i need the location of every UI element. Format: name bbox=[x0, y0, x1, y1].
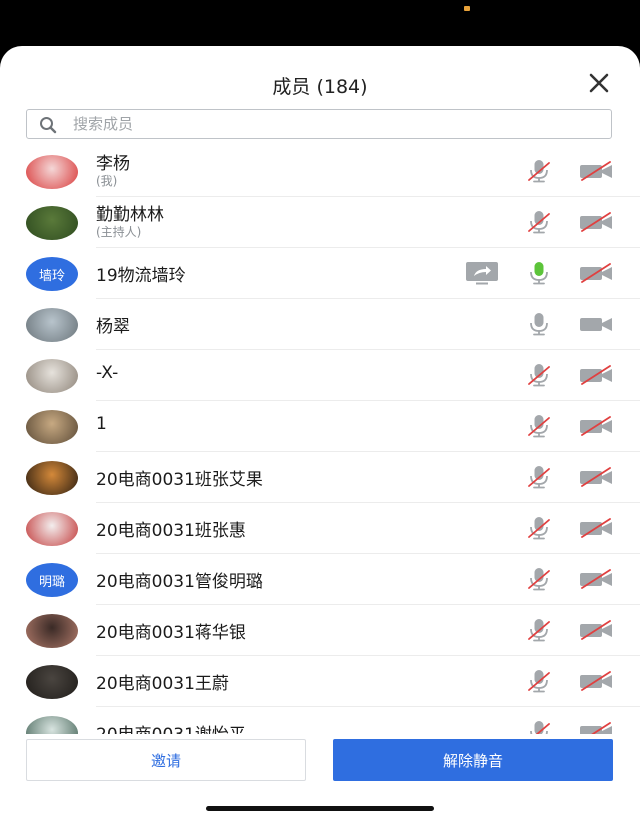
member-row[interactable]: -X- bbox=[0, 350, 640, 401]
mic-icon[interactable] bbox=[526, 260, 552, 290]
camera-off-icon[interactable] bbox=[578, 365, 614, 389]
camera-off-icon[interactable] bbox=[578, 722, 614, 734]
member-name: -X- bbox=[96, 363, 119, 383]
avatar bbox=[26, 359, 78, 393]
member-row[interactable]: 墙玲 19物流墙玲 bbox=[0, 248, 640, 299]
member-row[interactable]: 20电商0031班张惠 bbox=[0, 503, 640, 554]
camera-off-icon[interactable] bbox=[578, 212, 614, 236]
member-row[interactable]: 20电商0031谢怡平 bbox=[0, 707, 640, 734]
camera-icon[interactable] bbox=[578, 314, 614, 338]
member-row[interactable]: 20电商0031班张艾果 bbox=[0, 452, 640, 503]
avatar bbox=[26, 614, 78, 648]
camera-off-icon[interactable] bbox=[578, 620, 614, 644]
member-row[interactable]: 勤勤林林 (主持人) bbox=[0, 197, 640, 248]
status-bar-indicator bbox=[464, 6, 470, 11]
camera-off-icon[interactable] bbox=[578, 161, 614, 185]
avatar bbox=[26, 461, 78, 495]
avatar-initials: 墙玲 bbox=[26, 257, 78, 291]
mic-muted-icon[interactable] bbox=[526, 362, 552, 392]
screen-share-icon[interactable] bbox=[464, 261, 500, 289]
avatar bbox=[26, 716, 78, 734]
member-name: 李杨 bbox=[96, 154, 130, 174]
mic-muted-icon[interactable] bbox=[526, 209, 552, 239]
unmute-button[interactable]: 解除静音 bbox=[333, 739, 613, 781]
member-row[interactable]: 1 bbox=[0, 401, 640, 452]
sheet-header: 成员 (184) bbox=[0, 46, 640, 106]
member-name: 勤勤林林 bbox=[96, 205, 164, 225]
members-sheet: 成员 (184) 李杨(我)勤勤林林(主持人)墙玲19物流墙玲杨翠-X-120电… bbox=[0, 46, 640, 822]
camera-off-icon[interactable] bbox=[578, 416, 614, 440]
camera-off-icon[interactable] bbox=[578, 263, 614, 287]
camera-off-icon[interactable] bbox=[578, 671, 614, 695]
member-name: 20电商0031管俊明璐 bbox=[96, 572, 263, 592]
page-title: 成员 (184) bbox=[272, 76, 368, 98]
member-name: 19物流墙玲 bbox=[96, 266, 186, 286]
avatar bbox=[26, 410, 78, 444]
member-name: 20电商0031班张艾果 bbox=[96, 470, 263, 490]
search-bar[interactable] bbox=[26, 109, 612, 139]
member-row[interactable]: 20电商0031蒋华银 bbox=[0, 605, 640, 656]
mic-muted-icon[interactable] bbox=[526, 464, 552, 494]
footer-bar: 邀请 解除静音 bbox=[0, 734, 640, 822]
mic-muted-icon[interactable] bbox=[526, 566, 552, 596]
member-name: 1 bbox=[96, 414, 107, 434]
member-role: (我) bbox=[96, 174, 118, 188]
mic-muted-icon[interactable] bbox=[526, 413, 552, 443]
member-row[interactable]: 20电商0031王蔚 bbox=[0, 656, 640, 707]
member-row[interactable]: 杨翠 bbox=[0, 299, 640, 350]
member-role: (主持人) bbox=[96, 225, 142, 239]
mic-muted-icon[interactable] bbox=[526, 617, 552, 647]
avatar bbox=[26, 512, 78, 546]
member-row[interactable]: 明璐 20电商0031管俊明璐 bbox=[0, 554, 640, 605]
search-icon bbox=[40, 117, 57, 134]
camera-off-icon[interactable] bbox=[578, 467, 614, 491]
search-input[interactable] bbox=[73, 112, 593, 136]
invite-button[interactable]: 邀请 bbox=[26, 739, 306, 781]
member-name: 杨翠 bbox=[96, 317, 130, 337]
mic-icon[interactable] bbox=[526, 311, 552, 341]
avatar-initials: 明璐 bbox=[26, 563, 78, 597]
home-indicator[interactable] bbox=[206, 806, 434, 811]
camera-off-icon[interactable] bbox=[578, 518, 614, 542]
mic-muted-icon[interactable] bbox=[526, 668, 552, 698]
member-name: 20电商0031王蔚 bbox=[96, 674, 229, 694]
mic-muted-icon[interactable] bbox=[526, 158, 552, 188]
avatar bbox=[26, 155, 78, 189]
member-row[interactable]: 李杨 (我) bbox=[0, 146, 640, 197]
mic-muted-icon[interactable] bbox=[526, 515, 552, 545]
member-name: 20电商0031谢怡平 bbox=[96, 720, 246, 734]
member-name: 20电商0031班张惠 bbox=[96, 521, 246, 541]
avatar bbox=[26, 206, 78, 240]
avatar bbox=[26, 308, 78, 342]
avatar bbox=[26, 665, 78, 699]
member-name: 20电商0031蒋华银 bbox=[96, 623, 246, 643]
camera-off-icon[interactable] bbox=[578, 569, 614, 593]
close-icon[interactable] bbox=[586, 70, 612, 96]
member-list[interactable]: 李杨 (我) 勤勤林林 (主持人) 墙玲 19物流墙玲 杨翠 -X- 1 20电商0031班张艾果… bbox=[0, 146, 640, 734]
mic-muted-icon[interactable] bbox=[526, 719, 552, 734]
